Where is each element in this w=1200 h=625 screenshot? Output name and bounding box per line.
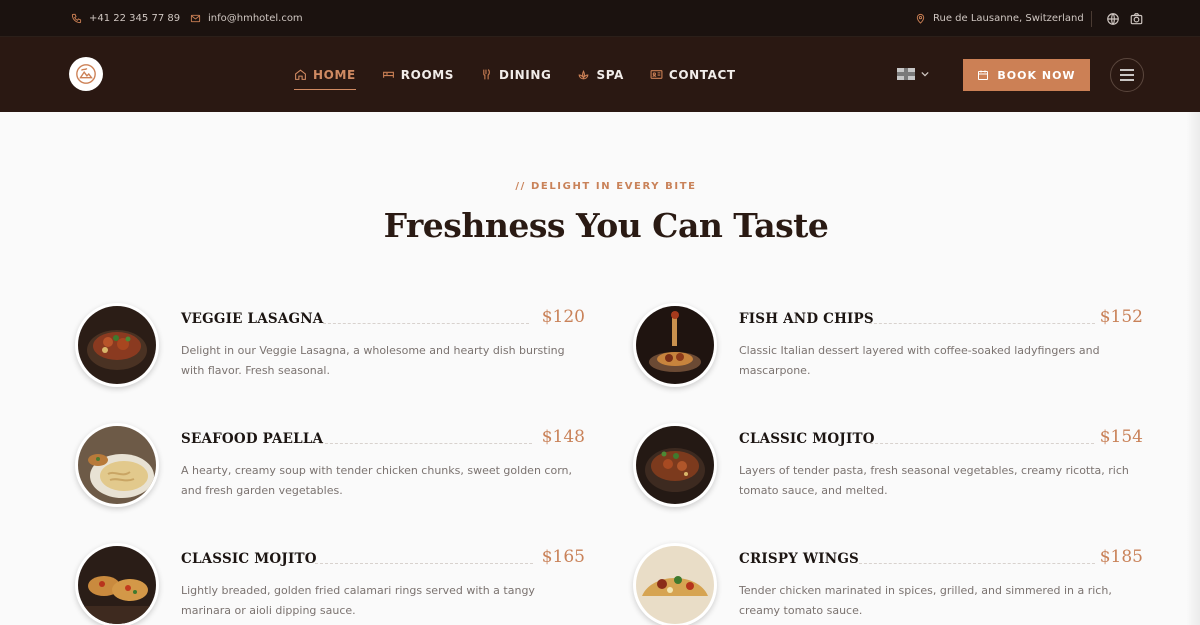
menu-item: CRISPY WINGS $185 Tender chicken marinat… xyxy=(633,543,1143,625)
dotted-leader xyxy=(870,443,1094,444)
nav-dining[interactable]: DINING xyxy=(480,62,551,88)
dish-description: Delight in our Veggie Lasagna, a wholeso… xyxy=(181,344,565,377)
calendar-icon xyxy=(978,70,989,80)
menu-item: CLASSIC MOJITO $165 Lightly breaded, gol… xyxy=(75,543,585,625)
language-selector[interactable] xyxy=(897,68,929,80)
dish-description: Tender chicken marinated in spices, gril… xyxy=(739,584,1112,617)
home-icon xyxy=(295,69,306,80)
mail-icon xyxy=(190,14,201,23)
menu-item: FISH AND CHIPS $152 Classic Italian dess… xyxy=(633,303,1143,393)
dish-price: $152 xyxy=(1099,307,1143,327)
dish-name: SEAFOOD PAELLA xyxy=(181,431,324,447)
phone-link[interactable]: +41 22 345 77 89 xyxy=(71,0,180,37)
email-link[interactable]: info@hmhotel.com xyxy=(190,0,303,37)
dish-description: Lightly breaded, golden fried calamari r… xyxy=(181,584,535,617)
dish-name: FISH AND CHIPS xyxy=(739,311,874,327)
nav-dining-label: DINING xyxy=(499,67,552,82)
dish-photo xyxy=(633,543,717,625)
hamburger-icon xyxy=(1120,69,1134,81)
email-address: info@hmhotel.com xyxy=(208,13,303,24)
main-nav: HOME ROOMS DINING SPA CONTACT xyxy=(294,37,736,112)
section-title: Freshness You Can Taste xyxy=(383,206,829,245)
top-bar: +41 22 345 77 89 info@hmhotel.com Rue de… xyxy=(0,0,1200,37)
nav-rooms-label: ROOMS xyxy=(400,67,455,82)
chevron-down-icon xyxy=(921,71,929,77)
dish-name: CRISPY WINGS xyxy=(739,551,860,567)
hotel-logo[interactable] xyxy=(69,57,103,91)
bed-icon xyxy=(382,71,394,78)
phone-number: +41 22 345 77 89 xyxy=(89,13,181,24)
dotted-leader xyxy=(323,323,529,324)
tacos-dish-image xyxy=(636,546,714,624)
main-header: HOME ROOMS DINING SPA CONTACT BOOK NOW xyxy=(0,37,1200,112)
nav-contact[interactable]: CONTACT xyxy=(650,62,736,88)
lasagna-dish-image xyxy=(78,306,156,384)
nav-home[interactable]: HOME xyxy=(294,62,356,90)
dish-photo xyxy=(75,303,159,387)
dish-name: CLASSIC MOJITO xyxy=(181,551,317,567)
dotted-leader xyxy=(315,563,533,564)
address-text: Rue de Lausanne, Switzerland xyxy=(933,13,1084,24)
bruschetta-dish-image xyxy=(78,546,156,624)
dish-photo xyxy=(75,423,159,507)
map-pin-icon xyxy=(916,13,925,24)
hamburger-menu-button[interactable] xyxy=(1110,58,1144,92)
contact-card-icon xyxy=(650,70,663,79)
dish-price: $165 xyxy=(541,547,585,567)
dotted-leader xyxy=(869,323,1095,324)
nav-contact-label: CONTACT xyxy=(668,67,736,82)
nav-home-label: HOME xyxy=(313,67,356,82)
utensils-icon xyxy=(483,69,490,80)
pasta-fork-dish-image xyxy=(636,306,714,384)
dish-photo xyxy=(75,543,159,625)
globe-icon[interactable] xyxy=(1106,12,1120,26)
book-now-label: BOOK NOW xyxy=(997,68,1076,82)
nav-spa-label: SPA xyxy=(596,67,624,82)
dotted-leader xyxy=(859,563,1095,564)
nav-spa[interactable]: SPA xyxy=(577,62,623,88)
dish-price: $185 xyxy=(1099,547,1143,567)
topbar-divider xyxy=(1091,11,1092,27)
dotted-leader xyxy=(320,443,532,444)
logo-icon xyxy=(76,64,96,84)
lotus-icon xyxy=(579,70,589,80)
camera-icon[interactable] xyxy=(1129,12,1144,26)
dish-price: $120 xyxy=(541,307,585,327)
dish-photo xyxy=(633,303,717,387)
menu-item: SEAFOOD PAELLA $148 A hearty, creamy sou… xyxy=(75,423,585,513)
nav-rooms[interactable]: ROOMS xyxy=(382,62,454,88)
dish-description: Layers of tender pasta, fresh seasonal v… xyxy=(739,464,1129,497)
dish-description: A hearty, creamy soup with tender chicke… xyxy=(181,464,572,497)
page-edge-shadow xyxy=(1186,112,1200,625)
dish-price: $154 xyxy=(1099,427,1143,447)
dish-price: $148 xyxy=(541,427,585,447)
menu-item: CLASSIC MOJITO $154 Layers of tender pas… xyxy=(633,423,1143,513)
uk-flag-icon xyxy=(897,68,915,80)
mojito-dish-image xyxy=(636,426,714,504)
dish-name: CLASSIC MOJITO xyxy=(739,431,875,447)
phone-icon xyxy=(71,13,82,24)
dish-name: VEGGIE LASAGNA xyxy=(181,311,324,327)
paella-dish-image xyxy=(78,426,156,504)
section-eyebrow: // DELIGHT IN EVERY BITE xyxy=(515,181,697,192)
dish-photo xyxy=(633,423,717,507)
address-link[interactable]: Rue de Lausanne, Switzerland xyxy=(915,0,1084,37)
book-now-button[interactable]: BOOK NOW xyxy=(963,59,1090,91)
dish-description: Classic Italian dessert layered with cof… xyxy=(739,344,1100,377)
menu-item: VEGGIE LASAGNA $120 Delight in our Veggi… xyxy=(75,303,585,393)
